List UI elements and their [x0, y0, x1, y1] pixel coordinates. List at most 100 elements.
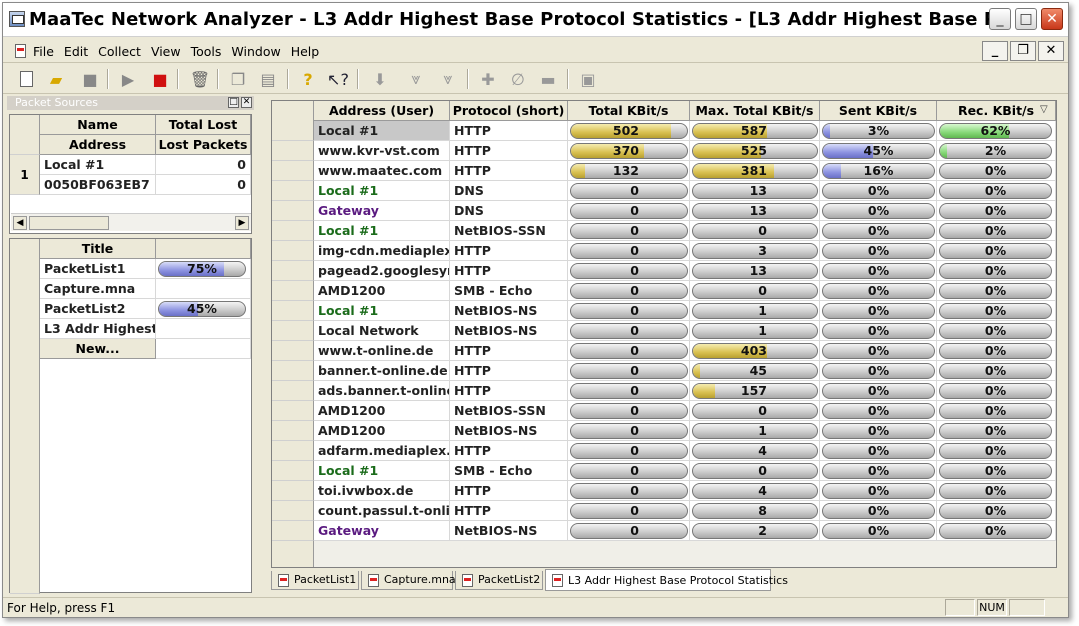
filter-icon[interactable]: ⩔ [405, 68, 427, 90]
stats-address[interactable]: www.kvr-vst.com [314, 141, 450, 161]
stats-row-header[interactable] [272, 441, 314, 461]
stats-row-header[interactable] [272, 241, 314, 261]
stats-row-header[interactable] [272, 361, 314, 381]
col-address[interactable]: Address [40, 135, 156, 155]
plus-icon[interactable]: ✚ [477, 68, 499, 90]
sort-desc-icon[interactable]: ▽ [1040, 104, 1048, 115]
stats-row-header[interactable] [272, 521, 314, 541]
stats-address[interactable]: Local #1 [314, 221, 450, 241]
stats-address[interactable]: AMD1200 [314, 401, 450, 421]
stats-address[interactable]: toi.ivwbox.de [314, 481, 450, 501]
stats-address[interactable]: img-cdn.mediaplex.com [314, 241, 450, 261]
stats-col-header[interactable]: Sent KBit/s [820, 101, 937, 121]
down-arrow-icon[interactable]: ⬇ [369, 68, 391, 90]
menu-view[interactable]: View [151, 44, 181, 59]
stats-protocol[interactable]: HTTP [450, 141, 568, 161]
tab-capture-mna[interactable]: Capture.mna [361, 571, 456, 590]
stats-address[interactable]: Local #1 [314, 181, 450, 201]
stats-address[interactable]: Gateway [314, 201, 450, 221]
stats-address[interactable]: AMD1200 [314, 281, 450, 301]
mdi-close-button[interactable]: ✕ [1038, 41, 1064, 61]
stats-protocol[interactable]: DNS [450, 181, 568, 201]
stop-icon[interactable]: ■ [149, 68, 171, 90]
stats-address[interactable]: pagead2.googlesyndication.com [314, 261, 450, 281]
tab-packetlist2[interactable]: PacketList2 [455, 571, 543, 590]
stats-row-header[interactable] [272, 501, 314, 521]
open-icon[interactable]: ▰ [45, 68, 67, 90]
source-row-index[interactable]: 1 [10, 155, 40, 195]
window-icon[interactable]: ▣ [577, 68, 599, 90]
minimize-button[interactable]: _ [989, 8, 1011, 30]
mdi-minimize-button[interactable]: _ [982, 41, 1008, 61]
print-icon[interactable]: ▤ [257, 68, 279, 90]
stats-col-header[interactable]: Rec. KBit/s [937, 101, 1056, 121]
panel-close-button[interactable]: ✕ [241, 97, 252, 108]
col-title[interactable]: Title [40, 239, 156, 259]
stats-protocol[interactable]: HTTP [450, 481, 568, 501]
filter-add-icon[interactable]: ⩔ [437, 68, 459, 90]
stats-protocol[interactable]: HTTP [450, 161, 568, 181]
stats-protocol[interactable]: HTTP [450, 381, 568, 401]
stats-address[interactable]: www.t-online.de [314, 341, 450, 361]
help-icon[interactable]: ? [297, 68, 319, 90]
menu-file[interactable]: File [33, 44, 54, 59]
play-icon[interactable]: ▶ [117, 68, 139, 90]
stats-row-header[interactable] [272, 221, 314, 241]
col-lost-packets[interactable]: Lost Packets [156, 135, 251, 155]
stats-address[interactable]: AMD1200 [314, 421, 450, 441]
stats-protocol[interactable]: HTTP [450, 261, 568, 281]
menu-edit[interactable]: Edit [64, 44, 88, 59]
app-icon[interactable] [9, 11, 25, 27]
panel-restore-button[interactable]: □ [228, 97, 239, 108]
stats-col-header[interactable]: Address (User) [314, 101, 450, 121]
stats-row-header[interactable] [272, 461, 314, 481]
stats-row-header[interactable] [272, 141, 314, 161]
stats-row-header[interactable] [272, 381, 314, 401]
list-item-title[interactable]: PacketList2 [40, 299, 156, 319]
stats-address[interactable]: ads.banner.t-online.de [314, 381, 450, 401]
stats-row-header[interactable] [272, 301, 314, 321]
source-address[interactable]: 0050BF063EB7 [40, 175, 156, 195]
stats-protocol[interactable]: NetBIOS-NS [450, 421, 568, 441]
stats-row-header[interactable] [272, 121, 314, 141]
stats-protocol[interactable]: HTTP [450, 341, 568, 361]
stats-col-header[interactable]: Protocol (short) [450, 101, 568, 121]
stats-protocol[interactable]: SMB - Echo [450, 281, 568, 301]
list-item-title[interactable]: L3 Addr Highest Base Protocol Statistics [40, 319, 156, 339]
menu-help[interactable]: Help [291, 44, 320, 59]
menu-window[interactable]: Window [231, 44, 280, 59]
stats-row-header[interactable] [272, 481, 314, 501]
list-item-title[interactable]: Capture.mna [40, 279, 156, 299]
stats-row-header[interactable] [272, 181, 314, 201]
stats-row-header[interactable] [272, 261, 314, 281]
scroll-right-icon[interactable]: ▶ [235, 216, 249, 230]
stats-protocol[interactable]: HTTP [450, 361, 568, 381]
delete-icon[interactable]: 🗑 [189, 68, 211, 90]
stats-row-header[interactable] [272, 281, 314, 301]
stats-protocol[interactable]: SMB - Echo [450, 461, 568, 481]
stats-address[interactable]: banner.t-online.de [314, 361, 450, 381]
stats-address[interactable]: Local #1 [314, 461, 450, 481]
col-total-lost[interactable]: Total Lost [156, 115, 251, 135]
stats-address[interactable]: Local #1 [314, 301, 450, 321]
source-name[interactable]: Local #1 [40, 155, 156, 175]
tab-l3-addr-highest-base-protocol-statistics[interactable]: L3 Addr Highest Base Protocol Statistics [545, 569, 788, 591]
stats-protocol[interactable]: HTTP [450, 241, 568, 261]
tab-packetlist1[interactable]: PacketList1 [271, 571, 359, 590]
stats-protocol[interactable]: NetBIOS-SSN [450, 221, 568, 241]
mdi-restore-button[interactable]: ❐ [1010, 41, 1036, 61]
stats-address[interactable]: Local #1 [314, 121, 450, 141]
stats-protocol[interactable]: NetBIOS-SSN [450, 401, 568, 421]
stats-col-header[interactable]: Total KBit/s [568, 101, 690, 121]
stats-address[interactable]: Local Network [314, 321, 450, 341]
stats-protocol[interactable]: HTTP [450, 121, 568, 141]
new-icon[interactable] [15, 68, 37, 90]
new-list-button[interactable]: New... [40, 339, 156, 359]
stats-row-header[interactable] [272, 201, 314, 221]
stats-address[interactable]: www.maatec.com [314, 161, 450, 181]
menu-tools[interactable]: Tools [191, 44, 222, 59]
save-icon[interactable]: ■ [79, 68, 101, 90]
scroll-left-icon[interactable]: ◀ [13, 216, 27, 230]
context-help-icon[interactable]: ↖? [327, 68, 349, 90]
scroll-thumb[interactable] [29, 216, 109, 230]
